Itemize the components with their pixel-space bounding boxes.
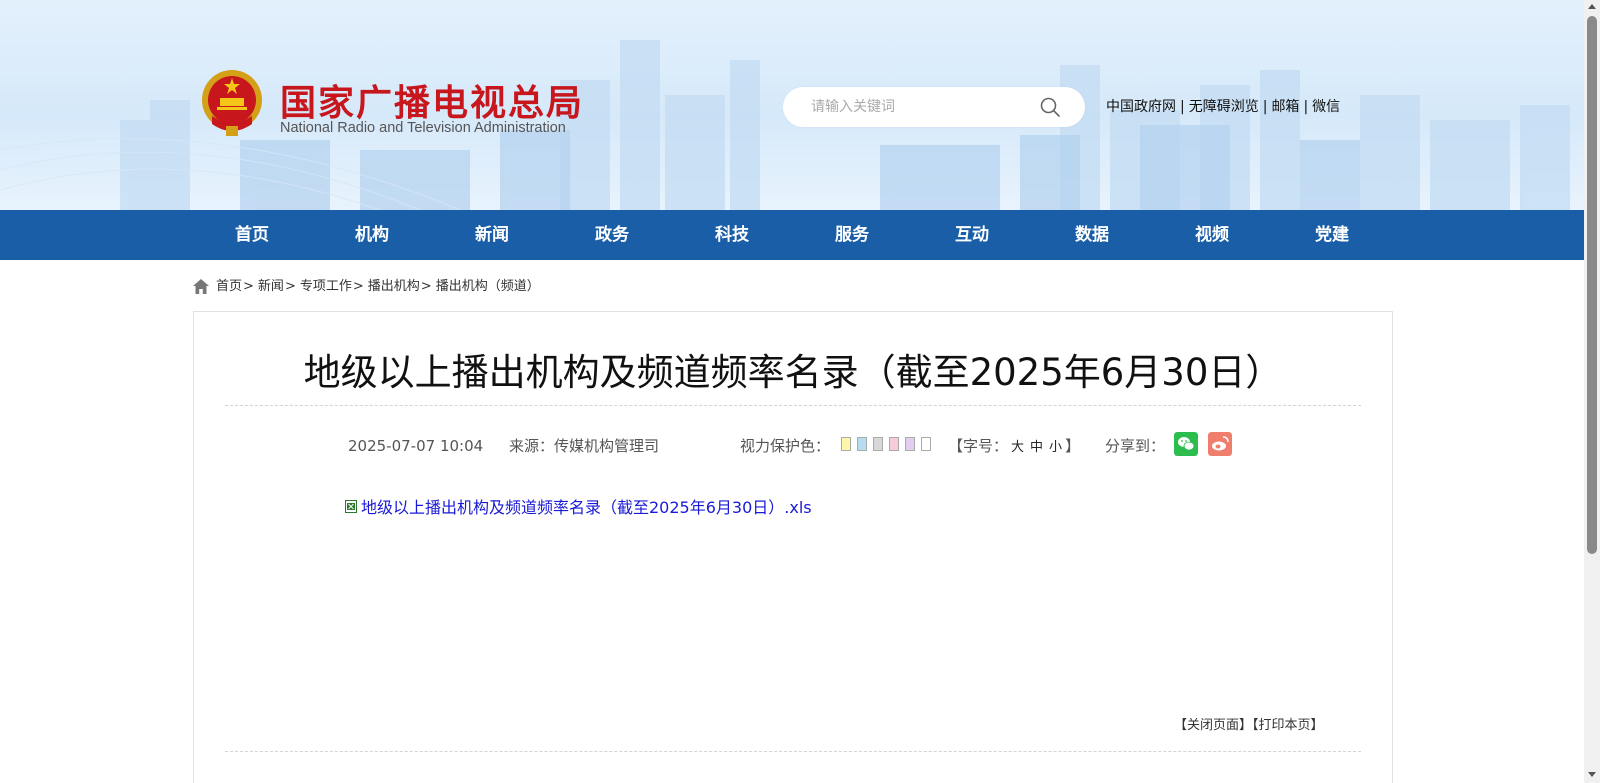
page-scrollbar[interactable] <box>1584 0 1600 783</box>
eye-protection-label: 视力保护色： <box>740 437 831 455</box>
link-wechat[interactable]: 微信 <box>1312 99 1340 115</box>
eye-color-yellow[interactable] <box>841 437 851 451</box>
article-source: 来源：传媒机构管理司 <box>509 437 660 455</box>
font-size-large[interactable]: 大 <box>1011 440 1024 455</box>
site-logo[interactable]: 国家广播电视总局 National Radio and Television A… <box>200 68 600 140</box>
font-size-small[interactable]: 小 <box>1049 440 1062 455</box>
title-divider <box>225 405 1361 406</box>
top-links: 中国政府网 | 无障碍浏览 | 邮箱 | 微信 <box>1106 96 1340 116</box>
eye-color-gray[interactable] <box>873 437 883 451</box>
search-box <box>783 87 1085 127</box>
home-icon <box>193 279 209 294</box>
nav-item-home[interactable]: 首页 <box>192 210 312 260</box>
scroll-up-icon[interactable] <box>1588 4 1596 9</box>
attachment-link[interactable]: 地级以上播出机构及频道频率名录（截至2025年6月30日）.xls <box>361 497 812 519</box>
breadcrumb-home[interactable]: 首页 <box>216 279 242 294</box>
nav-item-agency[interactable]: 机构 <box>312 210 432 260</box>
link-gov-cn[interactable]: 中国政府网 <box>1106 99 1176 115</box>
breadcrumb-separator: > <box>284 279 296 294</box>
article-footer-actions: 【关闭页面】【打印本页】 <box>1174 714 1324 733</box>
breadcrumb-news[interactable]: 新闻 <box>258 279 284 294</box>
nav-item-party[interactable]: 党建 <box>1272 210 1392 260</box>
article-title: 地级以上播出机构及频道频率名录（截至2025年6月30日） <box>303 351 1283 394</box>
nav-item-interact[interactable]: 互动 <box>912 210 1032 260</box>
close-page-button[interactable]: 【关闭页面】 <box>1174 718 1252 733</box>
eye-color-blue[interactable] <box>857 437 867 451</box>
breadcrumb-broadcasters[interactable]: 播出机构 <box>368 279 420 294</box>
site-header: 国家广播电视总局 National Radio and Television A… <box>0 0 1584 210</box>
breadcrumb-separator: > <box>352 279 364 294</box>
link-mailbox[interactable]: 邮箱 <box>1271 99 1299 115</box>
site-title-en: National Radio and Television Administra… <box>280 120 566 136</box>
separator: | <box>1303 99 1309 115</box>
separator: | <box>1262 99 1268 115</box>
article-container: 地级以上播出机构及频道频率名录（截至2025年6月30日） 2025-07-07… <box>193 311 1393 783</box>
breadcrumb-special-work[interactable]: 专项工作 <box>300 279 352 294</box>
breadcrumb-broadcasters-channel[interactable]: 播出机构（频道） <box>436 279 540 294</box>
footer-divider <box>225 751 1361 752</box>
nav-item-data[interactable]: 数据 <box>1032 210 1152 260</box>
nav-item-affairs[interactable]: 政务 <box>552 210 672 260</box>
font-size-prefix: 【字号： <box>948 437 1009 455</box>
nav-item-video[interactable]: 视频 <box>1152 210 1272 260</box>
search-icon[interactable] <box>1039 96 1061 118</box>
eye-color-purple[interactable] <box>905 437 915 451</box>
link-accessibility[interactable]: 无障碍浏览 <box>1189 99 1259 115</box>
scrollbar-thumb[interactable] <box>1587 16 1597 554</box>
nav-item-tech[interactable]: 科技 <box>672 210 792 260</box>
font-size-control: 【字号：大中小】 <box>948 436 1080 458</box>
eye-color-pink[interactable] <box>889 437 899 451</box>
nav-item-service[interactable]: 服务 <box>792 210 912 260</box>
breadcrumb-separator: > <box>243 279 254 294</box>
nav-item-news[interactable]: 新闻 <box>432 210 552 260</box>
site-title-cn: 国家广播电视总局 <box>280 83 585 124</box>
excel-file-icon <box>345 500 357 513</box>
print-page-button[interactable]: 【打印本页】 <box>1252 718 1324 733</box>
main-nav: 首页 机构 新闻 政务 科技 服务 互动 数据 视频 党建 <box>0 210 1584 260</box>
scroll-down-icon[interactable] <box>1588 772 1596 777</box>
share-label: 分享到： <box>1105 437 1166 455</box>
breadcrumb-separator: > <box>420 279 432 294</box>
weibo-share-icon[interactable] <box>1208 432 1232 456</box>
eye-color-white[interactable] <box>921 437 931 451</box>
article-date: 2025-07-07 10:04 <box>348 437 484 455</box>
font-size-medium[interactable]: 中 <box>1030 440 1043 455</box>
national-emblem-icon <box>202 70 262 136</box>
wechat-share-icon[interactable] <box>1174 432 1198 456</box>
search-input[interactable] <box>811 95 1031 119</box>
font-size-suffix: 】 <box>1065 437 1081 455</box>
separator: | <box>1180 99 1185 115</box>
